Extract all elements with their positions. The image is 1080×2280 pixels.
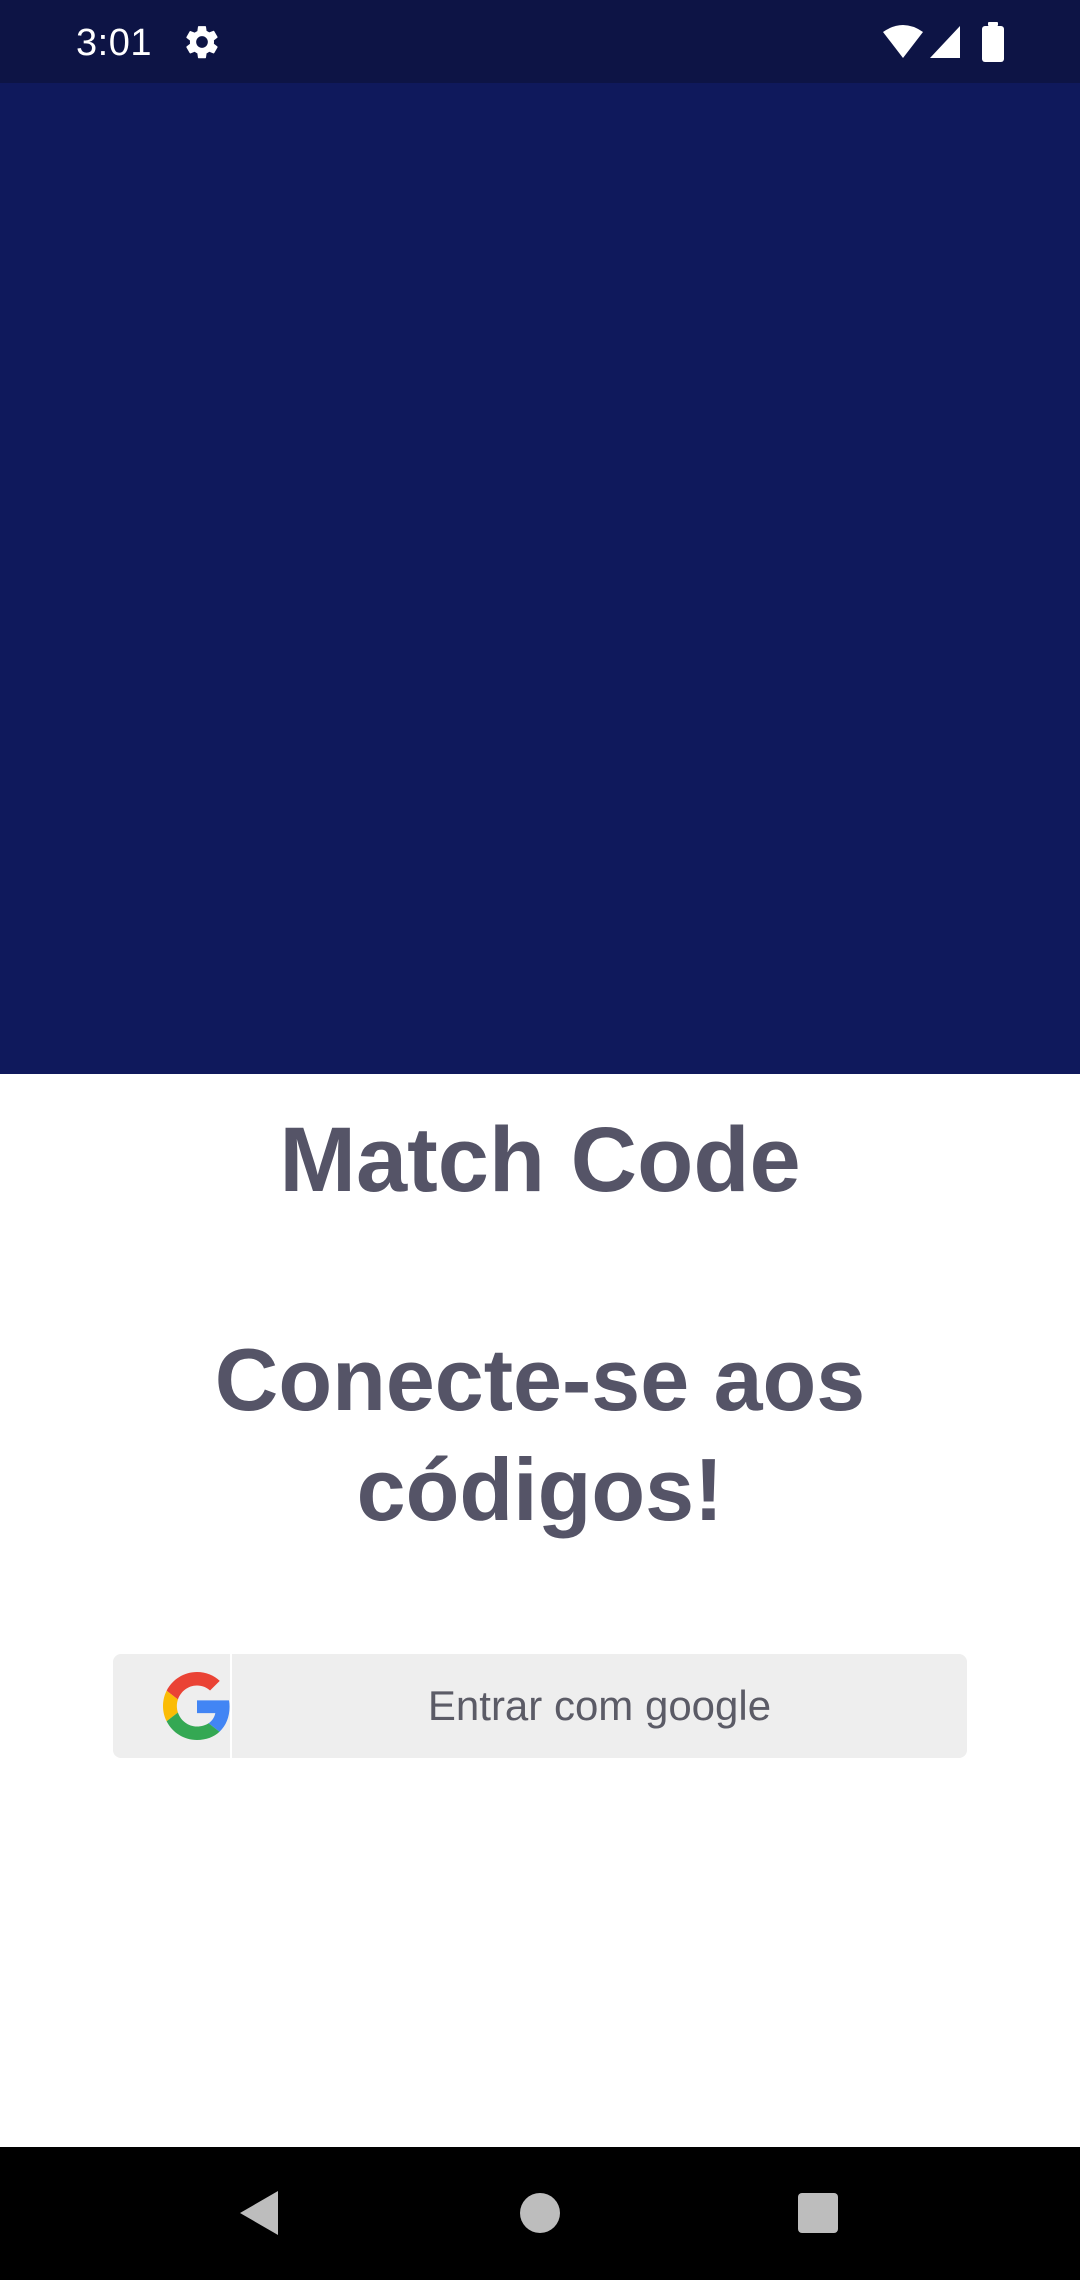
wifi-icon	[883, 25, 923, 58]
signal-icon	[930, 26, 960, 58]
battery-icon	[982, 22, 1004, 62]
tagline: Conecte-se aos códigos!	[214, 1330, 866, 1539]
back-icon[interactable]	[238, 2189, 280, 2237]
hero-banner	[0, 83, 1080, 1074]
recents-icon[interactable]	[798, 2193, 838, 2233]
google-logo-container	[113, 1654, 232, 1758]
home-icon[interactable]	[520, 2193, 560, 2233]
navigation-bar	[0, 2147, 1080, 2280]
gear-icon	[186, 26, 218, 59]
status-time: 3:01	[76, 22, 152, 64]
google-logo-icon	[163, 1672, 230, 1740]
app-title: Match Code	[279, 1109, 801, 1211]
status-bar: 3:01	[0, 0, 1080, 83]
login-screen: 3:01 Match Code Conecte-se aos códigos! …	[0, 0, 1080, 2280]
google-sign-in-button[interactable]: Entrar com google	[113, 1654, 967, 1758]
google-sign-in-label: Entrar com google	[427, 1682, 772, 1729]
